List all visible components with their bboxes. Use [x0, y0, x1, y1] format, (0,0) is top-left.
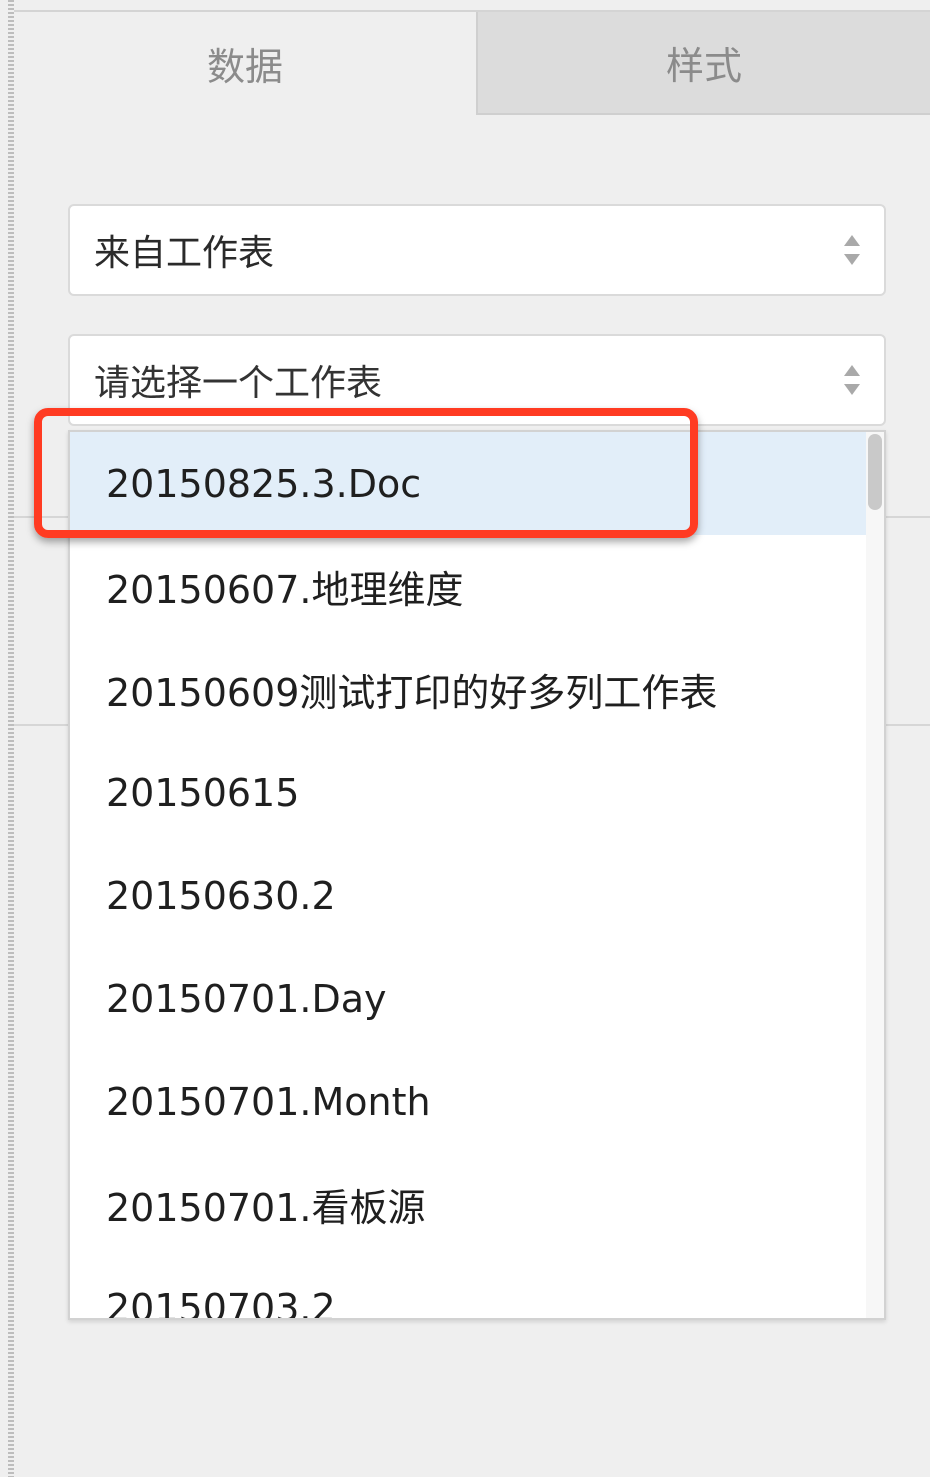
up-down-spinner-icon [844, 365, 860, 395]
sheet-select[interactable]: 请选择一个工作表 [68, 334, 886, 426]
tab-data-label: 数据 [206, 45, 283, 89]
dropdown-item-label: 20150615 [106, 770, 300, 815]
dropdown-item-label: 20150703.2 [106, 1285, 336, 1320]
sheet-select-placeholder: 请选择一个工作表 [94, 363, 383, 404]
dropdown-item[interactable]: 20150703.2 [70, 1256, 868, 1320]
dropdown-item-label: 20150825.3.Doc [106, 461, 422, 506]
dropdown-item-label: 20150701.看板源 [106, 1186, 426, 1230]
dropdown-item[interactable]: 20150607.地理维度 [70, 535, 868, 638]
dropdown-item[interactable]: 20150701.Day [70, 947, 868, 1050]
tab-style-label: 样式 [665, 44, 742, 88]
dropdown-item-label: 20150609测试打印的好多列工作表 [106, 671, 718, 715]
dropdown-scrollbar[interactable] [866, 432, 884, 1318]
dropdown-item[interactable]: 20150615 [70, 741, 868, 844]
source-select[interactable]: 来自工作表 [68, 204, 886, 296]
tab-style[interactable]: 样式 [476, 12, 930, 115]
dropdown-item[interactable]: 20150701.Month [70, 1050, 868, 1153]
tab-data[interactable]: 数据 [14, 12, 476, 115]
source-select-value: 来自工作表 [94, 233, 275, 274]
dropdown-item[interactable]: 20150630.2 [70, 844, 868, 947]
sheet-dropdown-list[interactable]: 20150825.3.Doc 20150607.地理维度 20150609测试打… [68, 430, 886, 1320]
settings-panel: 数据 样式 来自工作表 请选择一个工作表 20150825.3.Doc 2015… [0, 0, 930, 1477]
scrollbar-thumb[interactable] [868, 434, 882, 510]
dropdown-item-label: 20150607.地理维度 [106, 568, 464, 612]
panel-left-border [8, 0, 14, 1477]
dropdown-item-label: 20150701.Month [106, 1079, 431, 1124]
dropdown-item[interactable]: 20150825.3.Doc [70, 432, 868, 535]
dropdown-item-label: 20150701.Day [106, 976, 387, 1021]
dropdown-item[interactable]: 20150609测试打印的好多列工作表 [70, 638, 868, 741]
dropdown-item-label: 20150630.2 [106, 873, 336, 918]
dropdown-item[interactable]: 20150701.看板源 [70, 1153, 868, 1256]
up-down-spinner-icon [844, 235, 860, 265]
